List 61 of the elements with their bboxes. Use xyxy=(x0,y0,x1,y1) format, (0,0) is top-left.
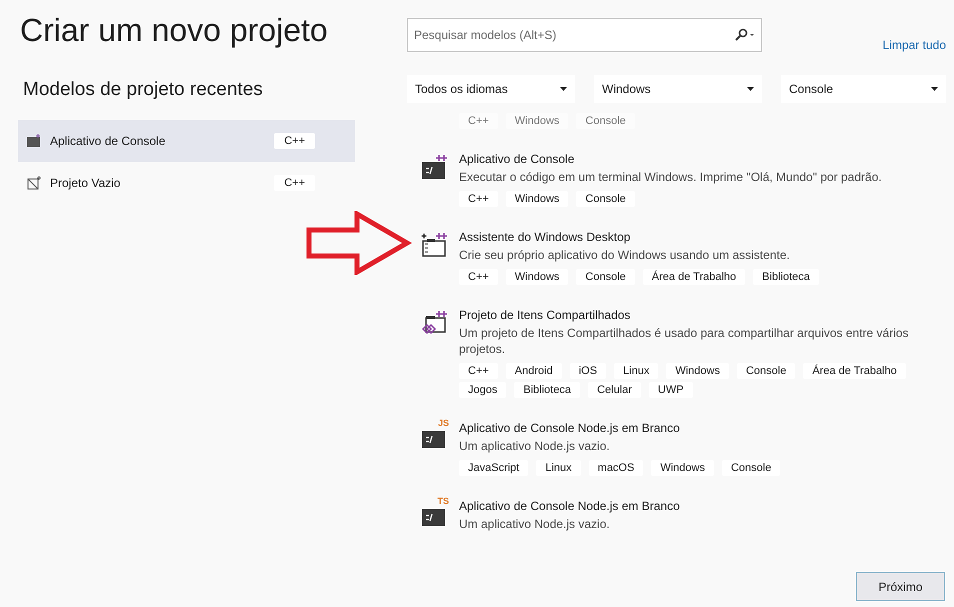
template-tag: iOS xyxy=(570,363,606,379)
template-tag: Windows xyxy=(506,113,568,129)
shared-items-icon xyxy=(421,310,447,336)
template-tag: C++ xyxy=(459,363,498,379)
template-tag: C++ xyxy=(459,113,498,129)
template-tag: macOS xyxy=(588,460,644,476)
template-tag: Console xyxy=(722,460,780,476)
template-tag: Windows xyxy=(506,269,568,285)
search-field[interactable]: Pesquisar modelos (Alt+S) xyxy=(407,18,762,52)
template-tag: Linux xyxy=(536,460,581,476)
template-description: Um aplicativo Node.js vazio. xyxy=(459,516,611,532)
console-icon xyxy=(26,134,42,148)
template-name[interactable]: Assistente do Windows Desktop xyxy=(459,230,936,244)
template-tag: Linux xyxy=(614,363,658,379)
template-description: Crie seu próprio aplicativo do Windows usando um assistente. xyxy=(459,247,791,263)
section-heading: Modelos de projeto recentes xyxy=(23,79,264,101)
search-icon[interactable] xyxy=(734,28,756,42)
language-label: JS xyxy=(438,418,449,428)
template-tag: Console xyxy=(576,191,635,207)
template-tag: Celular xyxy=(588,382,641,398)
template-name: Aplicativo de Console xyxy=(50,134,166,148)
template-tag: Biblioteca xyxy=(514,382,580,398)
template-description: Um aplicativo Node.js vazio. xyxy=(459,438,611,454)
filter-dropdown[interactable]: Windows xyxy=(594,75,762,103)
template-tag: Biblioteca xyxy=(753,269,819,285)
template-tag: C++ xyxy=(459,191,498,207)
recent-template-item[interactable]: Aplicativo de Console C++ xyxy=(18,120,355,162)
template-tag: Console xyxy=(736,363,796,379)
language-label: TS xyxy=(437,496,449,506)
language-tag: C++ xyxy=(274,175,315,191)
template-tag: Jogos xyxy=(459,382,506,398)
template-tag: Windows xyxy=(666,363,729,379)
filter-dropdown[interactable]: Todos os idiomas xyxy=(407,75,575,103)
wizard-window-icon xyxy=(421,232,447,258)
console-icon xyxy=(421,154,447,180)
clear-all-link[interactable]: Limpar tudo xyxy=(882,38,946,52)
template-tag: JavaScript xyxy=(459,460,528,476)
language-tag: C++ xyxy=(274,133,315,149)
template-tag: Área de Trabalho xyxy=(803,363,906,379)
template-name[interactable]: Aplicativo de Console xyxy=(459,152,936,166)
template-tag: Console xyxy=(576,269,635,285)
template-name[interactable]: Aplicativo de Console Node.js em Branco xyxy=(459,421,936,435)
template-tag: Windows xyxy=(651,460,714,476)
template-name: Projeto Vazio xyxy=(50,176,122,190)
empty-project-icon xyxy=(26,176,42,190)
template-description: Executar o código em um terminal Windows. Imprime "Olá, Mundo" por padrão. xyxy=(459,169,883,185)
next-button[interactable]: Próximo xyxy=(856,572,945,601)
dropdown-caret-icon xyxy=(747,87,754,91)
dropdown-caret-icon xyxy=(560,87,567,91)
dropdown-caret-icon xyxy=(931,87,938,91)
recent-template-item[interactable]: Projeto Vazio C++ xyxy=(18,162,355,204)
template-name[interactable]: Aplicativo de Console Node.js em Branco xyxy=(459,499,936,513)
template-description: Um projeto de Itens Compartilhados é usado para compartilhar arquivos entre vários projetos. xyxy=(459,325,910,357)
template-tag: Android xyxy=(506,363,562,379)
template-tag: UWP xyxy=(648,382,693,398)
page-title: Criar um novo projeto xyxy=(20,12,329,49)
template-tag: Área de Trabalho xyxy=(642,269,746,285)
template-tag: C++ xyxy=(459,269,498,285)
template-name[interactable]: Projeto de Itens Compartilhados xyxy=(459,308,936,322)
template-tag: Windows xyxy=(506,191,568,207)
filter-dropdown[interactable]: Console xyxy=(781,75,946,103)
